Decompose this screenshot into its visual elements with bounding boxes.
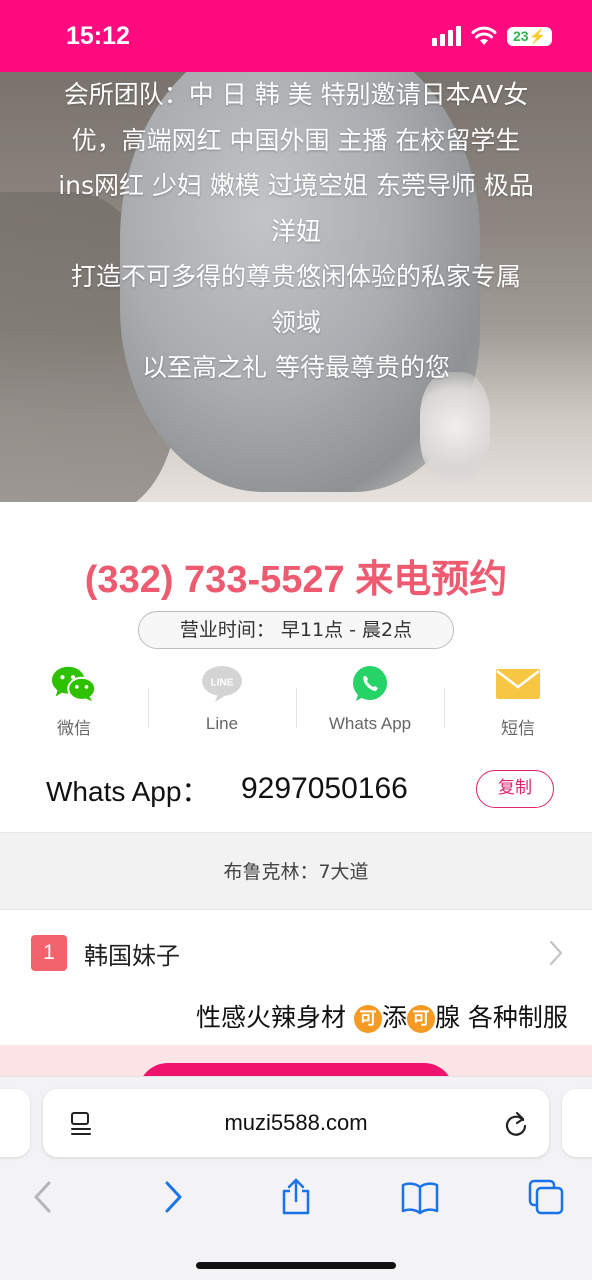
mail-icon [494,664,542,704]
hero-line: 打造不可多得的尊贵悠闲体验的私家专属 [70,262,521,291]
line-icon: LINE [198,664,246,704]
hero-line: 会所团队：中 日 韩 美 特别邀请日本AV女 [63,80,529,109]
address-bar[interactable]: muzi5588.com [43,1089,549,1157]
wechat-icon [50,664,98,704]
contact-label: Line [205,714,239,733]
contact-label: Whats App [328,714,412,733]
battery-indicator: 23⚡ [506,26,552,46]
ke-emoji-icon: 可 [406,1005,435,1033]
contact-whatsapp[interactable]: Whats App [296,664,444,744]
status-bar: 15:12 23⚡ [0,0,592,72]
location-header: 布鲁克林：7大道 [0,832,592,910]
status-time: 15:12 [66,22,130,50]
contact-wechat[interactable]: 微信 [0,664,148,744]
next-tab-preview[interactable] [562,1089,592,1157]
forward-icon[interactable] [152,1177,192,1217]
url-text: muzi5588.com [224,1110,368,1135]
hero-line: 优，高端网红 中国外围 主播 在校留学生 [71,125,521,155]
browser-chrome: muzi5588.com [0,1076,592,1280]
chevron-right-icon [549,940,563,966]
browser-toolbar [0,1177,592,1221]
home-indicator [196,1262,396,1269]
share-icon[interactable] [276,1177,316,1217]
list-item[interactable]: 1 韩国妹子 [0,930,592,976]
rank-badge: 1 [31,935,67,971]
whatsapp-icon [346,664,394,704]
cellular-signal-icon [431,26,461,46]
ke-emoji-icon: 可 [353,1005,382,1033]
list-item-description: 性感火辣身材 可添可腺 各种制服 [196,998,592,1038]
hero-text: 会所团队：中 日 韩 美 特别邀请日本AV女 优，高端网红 中国外围 主播 在校… [0,72,592,391]
status-icons: 23⚡ [431,26,552,46]
battery-level: 23 [512,27,529,44]
wifi-icon [471,26,497,45]
copy-button[interactable]: 复制 [476,770,554,808]
whatsapp-number-row: Whats App： 9297050166 复制 [0,766,592,812]
desc-text: 添 [381,1003,407,1032]
desc-text: 腺 各种制服 [434,1003,568,1032]
whatsapp-number: 9297050166 [241,772,408,805]
phone-call-link[interactable]: (332) 733-5527 来电预约 [0,548,592,603]
hero-line: 洋妞 [270,216,321,246]
reload-icon[interactable] [503,1110,529,1138]
hero-line: 领域 [270,307,321,337]
contact-line[interactable]: LINE Line [148,664,296,744]
previous-tab-preview[interactable] [0,1089,30,1157]
contact-label: 微信 [57,719,91,738]
svg-text:LINE: LINE [211,678,234,689]
desc-text: 性感火辣身材 [196,1003,354,1032]
contact-sms[interactable]: 短信 [444,664,592,744]
whatsapp-label: Whats App： [46,776,210,807]
back-icon[interactable] [24,1177,64,1217]
tabs-icon[interactable] [526,1177,566,1217]
hero-line: ins网红 少妇 嫩模 过境空姐 东莞导师 极品 [58,171,534,200]
bookmarks-icon[interactable] [400,1177,440,1217]
contact-label: 短信 [501,719,535,738]
contact-methods: 微信 LINE Line Whats App 短信 [0,664,592,744]
hero-line: 以至高之礼 等待最尊贵的您 [142,353,450,382]
list-item-title: 韩国妹子 [84,942,180,970]
business-hours-badge: 营业时间： 早11点 - 晨2点 [138,611,454,649]
